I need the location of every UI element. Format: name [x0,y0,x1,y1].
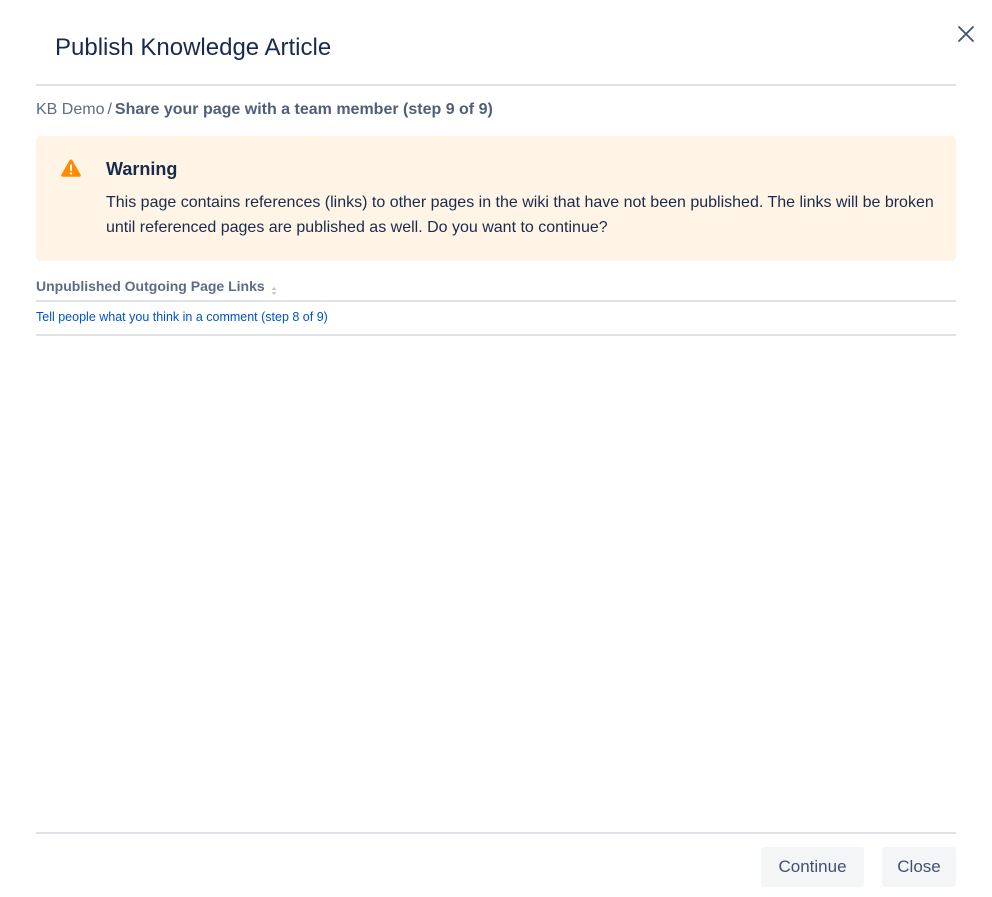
breadcrumb-current-page: Share your page with a team member (step… [114,101,493,118]
warning-title: Warning [106,159,178,179]
close-button[interactable]: Close [882,847,956,887]
header-divider [36,84,956,86]
breadcrumb-space[interactable]: KB Demo [36,101,104,118]
footer-divider [36,832,956,834]
dialog-title: Publish Knowledge Article [55,34,332,61]
table-row: Tell people what you think in a comment … [36,302,956,336]
warning-message: This page contains references (links) to… [106,194,934,236]
column-header-unpublished-links[interactable]: Unpublished Outgoing Page Links [36,276,277,296]
column-header-label: Unpublished Outgoing Page Links [36,278,265,294]
publish-dialog: Publish Knowledge Article KB Demo / Share … [0,0,992,897]
warning-triangle-icon [60,158,82,178]
continue-button[interactable]: Continue [761,847,864,887]
unpublished-page-link[interactable]: Tell people what you think in a comment … [36,309,328,325]
links-table-header: Unpublished Outgoing Page Links [36,276,956,302]
breadcrumb-separator: / [107,101,112,118]
breadcrumb: KB Demo / Share your page with a team memb… [36,99,493,121]
sort-icon[interactable] [271,281,277,295]
close-icon[interactable] [954,22,978,46]
warning-panel: Warning This page contains references (l… [36,136,956,261]
